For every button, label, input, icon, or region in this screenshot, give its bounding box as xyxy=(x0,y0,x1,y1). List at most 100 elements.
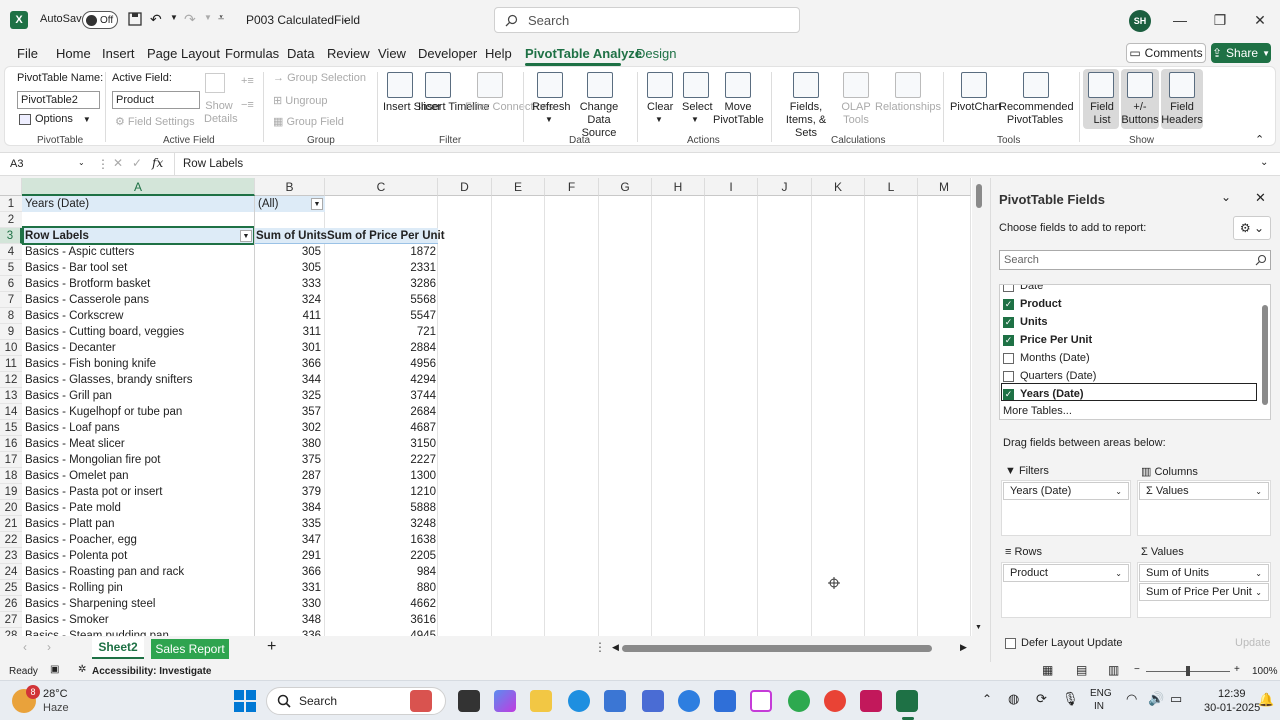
show-details-button[interactable]: Show Details xyxy=(204,100,238,126)
olap-tools-button[interactable]: OLAP Tools xyxy=(841,101,871,127)
row-header[interactable]: 26 xyxy=(0,596,22,612)
pivot-price-cell[interactable]: 2227 xyxy=(325,452,436,468)
row-header[interactable]: 21 xyxy=(0,516,22,532)
refresh-button[interactable]: Refresh xyxy=(532,101,571,114)
media-app-icon[interactable] xyxy=(860,690,882,712)
row-labels-header[interactable]: Row Labels xyxy=(25,228,89,244)
pivot-price-cell[interactable]: 721 xyxy=(325,324,436,340)
menu-help[interactable]: Help xyxy=(485,46,512,61)
pivot-row-label[interactable]: Basics - Kugelhopf or tube pan xyxy=(25,404,253,420)
row-header[interactable]: 6 xyxy=(0,276,22,292)
menu-home[interactable]: Home xyxy=(56,46,91,61)
column-header-d[interactable]: D xyxy=(438,178,492,196)
field-checkbox[interactable] xyxy=(1003,370,1014,382)
collapse-ribbon-icon[interactable]: ⌃ xyxy=(1255,133,1264,146)
expand-field-icon[interactable]: +≡ xyxy=(241,75,254,87)
pivot-units-cell[interactable]: 302 xyxy=(255,420,321,436)
pivot-price-cell[interactable]: 2205 xyxy=(325,548,436,564)
pivot-price-cell[interactable]: 880 xyxy=(325,580,436,596)
confirm-entry-icon[interactable]: ✓ xyxy=(132,156,142,170)
row-header[interactable]: 13 xyxy=(0,388,22,404)
search-box[interactable]: Search xyxy=(494,7,800,33)
chrome-profile-icon[interactable] xyxy=(824,690,846,712)
menu-review[interactable]: Review xyxy=(327,46,370,61)
pivot-units-cell[interactable]: 311 xyxy=(255,324,321,340)
app-icon-purple[interactable] xyxy=(750,690,772,712)
clear-chevron-icon[interactable]: ▼ xyxy=(655,115,663,124)
scroll-right-icon[interactable]: ▶ xyxy=(960,642,967,653)
pivot-price-cell[interactable]: 984 xyxy=(325,564,436,580)
name-box[interactable]: A3 xyxy=(10,158,23,170)
menu-file[interactable]: File xyxy=(17,46,38,61)
row-header[interactable]: 27 xyxy=(0,612,22,628)
more-tables-link[interactable]: More Tables... xyxy=(1003,405,1072,417)
row-header[interactable]: 22 xyxy=(0,532,22,548)
select-chevron-icon[interactable]: ▼ xyxy=(691,115,699,124)
pivot-row-label[interactable]: Basics - Roasting pan and rack xyxy=(25,564,253,580)
field-item[interactable]: ✓ Units xyxy=(1003,313,1048,331)
accessibility-icon[interactable]: ✲ xyxy=(78,664,86,675)
pivot-units-cell[interactable]: 324 xyxy=(255,292,321,308)
pivot-price-cell[interactable]: 1300 xyxy=(325,468,436,484)
spreadsheet-grid[interactable]: ABCDEFGHIJKLM 1 2 3 4 5 6 7 8 9 10 11 12 13 14 15 16 17 1… xyxy=(0,178,972,636)
field-item[interactable]: ✓ Product xyxy=(1003,295,1062,313)
notifications-icon[interactable]: 🔔 xyxy=(1258,692,1274,708)
macro-record-icon[interactable]: ▣ xyxy=(50,664,59,675)
pivot-row-label[interactable]: Basics - Omelet pan xyxy=(25,468,253,484)
pivot-row-label[interactable]: Basics - Cutting board, veggies xyxy=(25,324,253,340)
pivot-units-cell[interactable]: 335 xyxy=(255,516,321,532)
pivot-row-label[interactable]: Basics - Loaf pans xyxy=(25,420,253,436)
autosave-toggle[interactable]: Off xyxy=(82,11,118,29)
active-field-input[interactable]: Product xyxy=(112,91,200,109)
field-item[interactable]: ✓ Price Per Unit xyxy=(1003,331,1092,349)
pivot-units-cell[interactable]: 375 xyxy=(255,452,321,468)
menu-developer[interactable]: Developer xyxy=(418,46,477,61)
column-header-f[interactable]: F xyxy=(545,178,599,196)
page-break-view-icon[interactable]: ▥ xyxy=(1108,663,1119,677)
menu-view[interactable]: View xyxy=(378,46,406,61)
save-icon[interactable] xyxy=(128,12,142,26)
redo-icon[interactable]: ↷ xyxy=(184,11,196,28)
menu-insert[interactable]: Insert xyxy=(102,46,135,61)
column-header-l[interactable]: L xyxy=(865,178,918,196)
options-button[interactable]: Options ▼ xyxy=(19,113,91,125)
filter-field-value[interactable]: (All) xyxy=(258,196,278,212)
collapse-field-icon[interactable]: −≡ xyxy=(241,99,254,111)
defer-layout-checkbox[interactable] xyxy=(1005,638,1016,649)
field-checkbox[interactable] xyxy=(1003,285,1014,292)
menu-page-layout[interactable]: Page Layout xyxy=(147,46,220,61)
chrome-icon[interactable] xyxy=(788,690,810,712)
field-checkbox[interactable]: ✓ xyxy=(1003,316,1014,328)
row-header[interactable]: 3 xyxy=(0,228,22,244)
row-header[interactable]: 15 xyxy=(0,420,22,436)
group-selection-button[interactable]: → Group Selection xyxy=(273,72,366,84)
edge-icon[interactable] xyxy=(568,690,590,712)
tabs-split-icon[interactable]: ⋮ xyxy=(594,640,606,654)
pivot-units-cell[interactable]: 330 xyxy=(255,596,321,612)
pane-settings-gear-icon[interactable]: ⚙ ⌄ xyxy=(1233,216,1271,240)
pivot-price-cell[interactable]: 3286 xyxy=(325,276,436,292)
field-list-scrollbar[interactable] xyxy=(1262,305,1268,405)
clock-date[interactable]: 30-01-2025 xyxy=(1204,702,1260,714)
pivot-price-cell[interactable]: 2331 xyxy=(325,260,436,276)
menu-pivottable-analyze[interactable]: PivotTable Analyze xyxy=(525,46,642,61)
select-button[interactable]: Select xyxy=(682,101,713,114)
pivot-units-cell[interactable]: 379 xyxy=(255,484,321,500)
pivot-row-label[interactable]: Basics - Rolling pin xyxy=(25,580,253,596)
row-header[interactable]: 11 xyxy=(0,356,22,372)
formula-content[interactable]: Row Labels xyxy=(183,158,243,170)
pivot-units-cell[interactable]: 347 xyxy=(255,532,321,548)
menu-data[interactable]: Data xyxy=(287,46,314,61)
battery-icon[interactable]: ▭ xyxy=(1170,691,1182,707)
field-search-input[interactable]: Search xyxy=(999,250,1271,270)
update-button[interactable]: Update xyxy=(1235,637,1270,649)
pivot-units-cell[interactable]: 325 xyxy=(255,388,321,404)
comments-button[interactable]: ▭ Comments xyxy=(1126,43,1206,63)
pivot-price-cell[interactable]: 3744 xyxy=(325,388,436,404)
field-checkbox[interactable] xyxy=(1003,352,1014,364)
pivot-units-cell[interactable]: 305 xyxy=(255,244,321,260)
column-header-h[interactable]: H xyxy=(652,178,705,196)
row-header[interactable]: 16 xyxy=(0,436,22,452)
pivot-units-cell[interactable]: 287 xyxy=(255,468,321,484)
pivot-row-label[interactable]: Basics - Aspic cutters xyxy=(25,244,253,260)
